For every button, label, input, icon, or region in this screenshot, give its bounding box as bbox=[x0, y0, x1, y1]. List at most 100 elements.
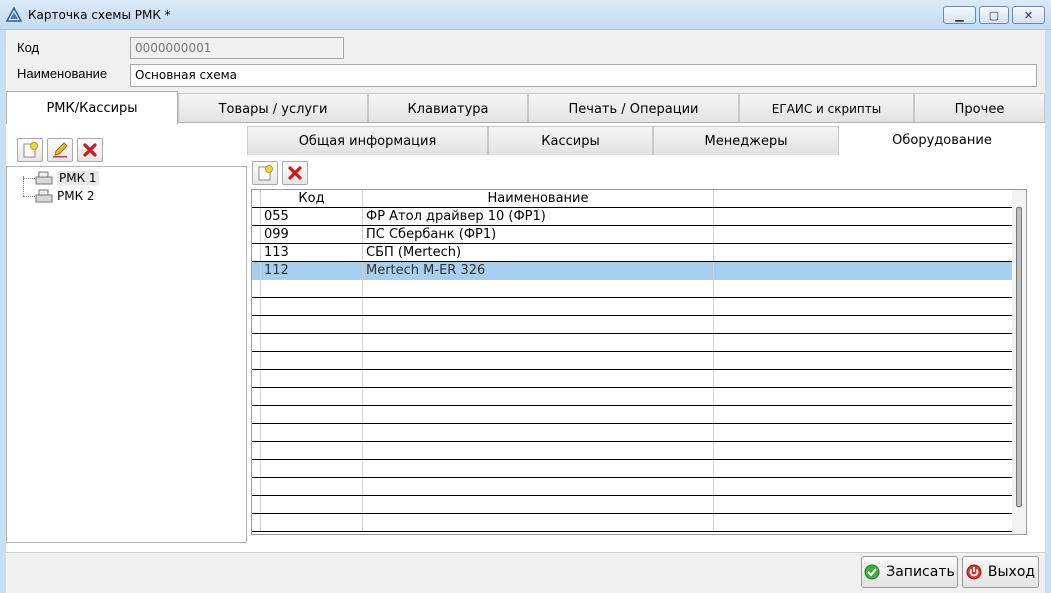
green-check-icon bbox=[864, 564, 880, 580]
cash-register-icon bbox=[35, 189, 53, 203]
table-row[interactable] bbox=[252, 280, 1012, 298]
tab-keyboard[interactable]: Клавиатура bbox=[368, 93, 528, 124]
tab-goods-services[interactable]: Товары / услуги bbox=[178, 93, 368, 124]
cell-code bbox=[261, 514, 363, 531]
rmk-panel: РМК 1 РМК 2 bbox=[6, 123, 247, 552]
cell-name bbox=[363, 352, 714, 369]
minimize-button[interactable]: ▁ bbox=[943, 6, 976, 24]
cell-code bbox=[261, 316, 363, 333]
table-row[interactable] bbox=[252, 406, 1012, 424]
cell-name: СБП (Mertech) bbox=[363, 244, 714, 261]
tab-print-operations[interactable]: Печать / Операции bbox=[528, 93, 739, 124]
cell-name: ПС Сбербанк (ФР1) bbox=[363, 226, 714, 243]
code-field[interactable]: 0000000001 bbox=[130, 37, 344, 59]
cash-register-icon bbox=[35, 171, 53, 185]
new-document-icon bbox=[258, 165, 273, 181]
cell-code bbox=[261, 406, 363, 423]
save-button[interactable]: Записать bbox=[861, 556, 958, 588]
table-row[interactable] bbox=[252, 496, 1012, 514]
table-row[interactable] bbox=[252, 460, 1012, 478]
tab-cashiers[interactable]: Кассиры bbox=[488, 126, 653, 155]
vertical-scrollbar[interactable] bbox=[1012, 190, 1026, 534]
bottom-bar: Записать Выход bbox=[6, 552, 1045, 593]
cell-name bbox=[363, 478, 714, 495]
table-row[interactable] bbox=[252, 370, 1012, 388]
add-equipment-button[interactable] bbox=[252, 161, 278, 185]
cell-name bbox=[363, 298, 714, 315]
cell-name: Mertech M-ER 326 bbox=[363, 262, 714, 279]
cell-name bbox=[363, 424, 714, 441]
table-row[interactable] bbox=[252, 514, 1012, 532]
close-icon: ✕ bbox=[1023, 9, 1034, 22]
delete-rmk-button[interactable] bbox=[77, 138, 103, 162]
add-rmk-button[interactable] bbox=[17, 138, 43, 162]
maximize-button[interactable]: ▢ bbox=[979, 6, 1009, 24]
cell-code bbox=[261, 460, 363, 477]
cell-name bbox=[363, 460, 714, 477]
cell-name bbox=[363, 442, 714, 459]
window-title: Карточка схемы РМК * bbox=[28, 8, 171, 22]
code-label: Код bbox=[17, 40, 40, 55]
tab-page: РМК 1 РМК 2 Общая информация Кассиры Мен… bbox=[6, 123, 1045, 552]
name-label: Наименование bbox=[17, 66, 108, 81]
cell-code bbox=[261, 442, 363, 459]
delete-equipment-button[interactable] bbox=[282, 161, 308, 185]
cell-code bbox=[261, 478, 363, 495]
table-row[interactable] bbox=[252, 352, 1012, 370]
cell-name bbox=[363, 406, 714, 423]
cell-code bbox=[261, 370, 363, 387]
red-power-icon bbox=[966, 564, 982, 580]
cell-code: 099 bbox=[261, 226, 363, 243]
table-row[interactable]: 113 СБП (Mertech) bbox=[252, 244, 1012, 262]
tab-general-info[interactable]: Общая информация bbox=[247, 126, 488, 155]
scrollbar-thumb[interactable] bbox=[1016, 207, 1022, 507]
table-row[interactable] bbox=[252, 316, 1012, 334]
title-bar: Карточка схемы РМК * ▁ ▢ ✕ bbox=[0, 0, 1051, 30]
tab-other[interactable]: Прочее bbox=[914, 93, 1045, 124]
cell-name bbox=[363, 388, 714, 405]
tab-egais-scripts[interactable]: ЕГАИС и скрипты bbox=[739, 93, 914, 124]
tree-item-rmk-2[interactable]: РМК 2 bbox=[23, 188, 95, 204]
cell-code bbox=[261, 388, 363, 405]
tab-managers[interactable]: Менеджеры bbox=[653, 126, 839, 155]
name-field[interactable]: Основная схема bbox=[130, 64, 1037, 87]
table-row[interactable] bbox=[252, 334, 1012, 352]
table-row[interactable] bbox=[252, 478, 1012, 496]
exit-button[interactable]: Выход bbox=[962, 556, 1039, 588]
column-header-code[interactable]: Код bbox=[261, 190, 363, 207]
table-row[interactable]: 055 ФР Атол драйвер 10 (ФР1) bbox=[252, 208, 1012, 226]
minimize-icon: ▁ bbox=[955, 9, 964, 22]
save-button-label: Записать bbox=[886, 564, 955, 580]
cell-code: 055 bbox=[261, 208, 363, 225]
tab-equipment[interactable]: Оборудование bbox=[839, 124, 1045, 155]
edit-rmk-button[interactable] bbox=[47, 138, 73, 162]
table-row[interactable] bbox=[252, 442, 1012, 460]
cell-code bbox=[261, 352, 363, 369]
table-row[interactable] bbox=[252, 424, 1012, 442]
tree-item-rmk-1[interactable]: РМК 1 bbox=[23, 170, 99, 186]
cell-code bbox=[261, 496, 363, 513]
column-header-name[interactable]: Наименование bbox=[363, 190, 714, 207]
exit-button-label: Выход bbox=[987, 564, 1036, 580]
tree-item-label: РМК 1 bbox=[57, 171, 99, 185]
pencil-icon bbox=[53, 142, 68, 158]
grid-header: Код Наименование bbox=[252, 190, 1012, 208]
close-button[interactable]: ✕ bbox=[1012, 6, 1045, 24]
table-row[interactable] bbox=[252, 388, 1012, 406]
cell-name bbox=[363, 334, 714, 351]
cell-name bbox=[363, 370, 714, 387]
equipment-grid[interactable]: Код Наименование 055 ФР Атол драйвер 10 (… bbox=[251, 189, 1027, 535]
table-row[interactable]: 099 ПС Сбербанк (ФР1) bbox=[252, 226, 1012, 244]
maximize-icon: ▢ bbox=[988, 9, 1000, 22]
cell-code: 113 bbox=[261, 244, 363, 261]
cell-name bbox=[363, 496, 714, 513]
table-row[interactable] bbox=[252, 298, 1012, 316]
cell-code bbox=[261, 280, 363, 297]
red-x-icon bbox=[83, 143, 97, 157]
tab-rmk-cashiers[interactable]: РМК/Кассиры bbox=[6, 91, 178, 124]
rmk-details-panel: Общая информация Кассиры Менеджеры Обору… bbox=[247, 123, 1045, 552]
rmk-tree[interactable]: РМК 1 РМК 2 bbox=[6, 166, 247, 543]
new-document-icon bbox=[23, 142, 38, 158]
cell-name bbox=[363, 280, 714, 297]
table-row[interactable]: 112 Mertech M-ER 326 bbox=[252, 262, 1012, 280]
